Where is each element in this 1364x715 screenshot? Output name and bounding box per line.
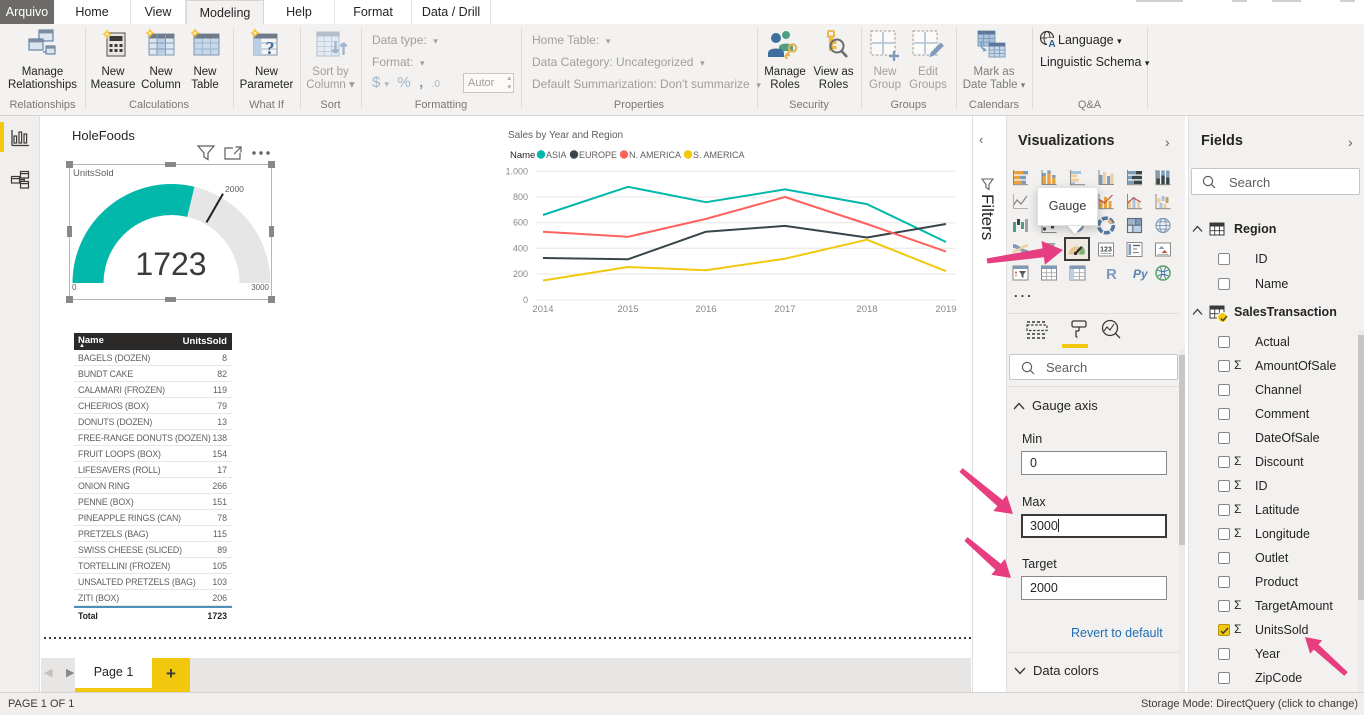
svg-text:N. AMERICA: N. AMERICA <box>629 150 681 160</box>
svg-text:2016: 2016 <box>695 304 716 315</box>
svg-text:1.000: 1.000 <box>505 166 528 176</box>
svg-text:Sales by Year and Region: Sales by Year and Region <box>508 130 623 141</box>
svg-text:ASIA: ASIA <box>546 150 567 160</box>
svg-text:3000: 3000 <box>251 283 269 292</box>
svg-text:1723: 1723 <box>135 246 206 282</box>
svg-text:123: 123 <box>1100 247 1112 254</box>
svg-text:R: R <box>1106 266 1117 283</box>
svg-text:?: ? <box>266 38 275 58</box>
svg-text:S. AMERICA: S. AMERICA <box>693 150 745 160</box>
svg-text:800: 800 <box>513 192 528 202</box>
svg-text:2019: 2019 <box>935 304 956 315</box>
svg-text:2017: 2017 <box>774 304 795 315</box>
svg-text:Py: Py <box>1133 267 1149 281</box>
svg-text:UnitsSold: UnitsSold <box>73 168 114 179</box>
svg-text:EUROPE: EUROPE <box>579 150 617 160</box>
svg-text:2015: 2015 <box>617 304 638 315</box>
svg-text:0: 0 <box>523 295 528 305</box>
svg-text:0: 0 <box>72 283 77 292</box>
svg-text:2018: 2018 <box>856 304 877 315</box>
svg-text:Name: Name <box>510 150 535 161</box>
svg-text:400: 400 <box>513 243 528 253</box>
svg-text:2014: 2014 <box>532 304 553 315</box>
svg-text:A: A <box>1048 39 1055 48</box>
svg-text:2000: 2000 <box>225 184 244 194</box>
svg-text:200: 200 <box>513 269 528 279</box>
svg-text:600: 600 <box>513 218 528 228</box>
